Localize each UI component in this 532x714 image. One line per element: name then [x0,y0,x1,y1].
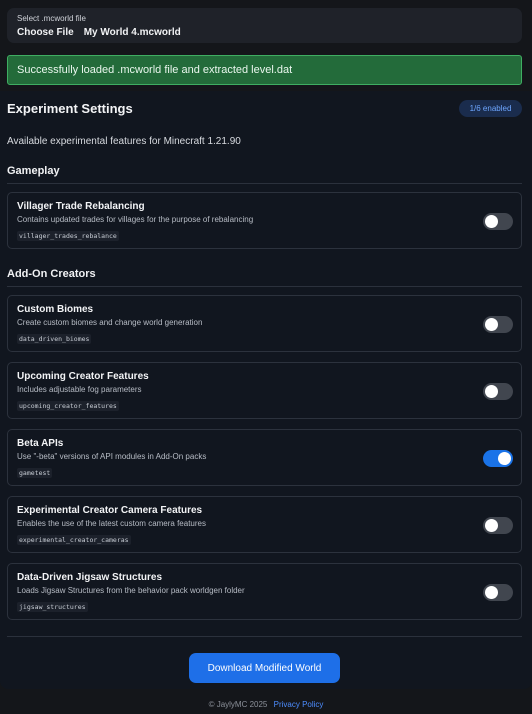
experiment-code: villager_trades_rebalance [17,231,119,241]
experiment-card-villager-trades: Villager Trade Rebalancing Contains upda… [7,192,522,249]
toggle-knob [485,586,498,599]
experiment-title: Beta APIs [17,438,64,449]
panel-title: Experiment Settings [7,101,133,116]
toggle-knob [485,519,498,532]
toggle-beta-apis[interactable] [483,450,513,467]
toggle-knob [498,452,511,465]
success-message: Successfully loaded .mcworld file and ex… [17,64,293,76]
toggle-knob [485,385,498,398]
choose-file-button[interactable]: Choose File [17,27,74,38]
experiment-description: Loads Jigsaw Structures from the behavio… [17,586,245,595]
experiment-description: Includes adjustable fog parameters [17,385,142,394]
experiment-title: Experimental Creator Camera Features [17,505,203,516]
experiment-title: Data-Driven Jigsaw Structures [17,572,163,583]
toggle-knob [485,215,498,228]
experiment-code: experimental_creator_cameras [17,535,131,545]
experiment-code: gametest [17,468,53,478]
download-modified-world-button[interactable]: Download Modified World [189,653,340,683]
experiment-code: data_driven_biomes [17,334,92,344]
section-title-gameplay: Gameplay [7,165,522,184]
experiment-description: Use "-beta" versions of API modules in A… [17,452,207,461]
experiment-card-custom-biomes: Custom Biomes Create custom biomes and c… [7,295,522,352]
selected-file-name: My World 4.mcworld [83,27,181,38]
file-input-box: Select .mcworld file Choose File My Worl… [7,8,522,43]
experiment-settings-panel: Experiment Settings 1/6 enabled Availabl… [0,91,532,689]
file-input-label: Select .mcworld file [17,14,86,23]
panel-divider [7,636,522,637]
toggle-villager-trades[interactable] [483,213,513,230]
experiment-card-jigsaw-structures: Data-Driven Jigsaw Structures Loads Jigs… [7,563,522,620]
experiment-title: Villager Trade Rebalancing [17,201,145,212]
toggle-knob [485,318,498,331]
toggle-jigsaw-structures[interactable] [483,584,513,601]
enabled-count-badge: 1/6 enabled [459,100,522,117]
experiment-card-beta-apis: Beta APIs Use "-beta" versions of API mo… [7,429,522,486]
experiment-title: Custom Biomes [17,304,94,315]
footer-copyright: © JaylyMC 2025 [208,700,268,709]
toggle-custom-biomes[interactable] [483,316,513,333]
experiment-description: Contains updated trades for villages for… [17,215,254,224]
experiment-card-upcoming-creator-features: Upcoming Creator Features Includes adjus… [7,362,522,419]
success-alert: Successfully loaded .mcworld file and ex… [7,55,522,85]
experiment-code: upcoming_creator_features [17,401,119,411]
experiment-description: Create custom biomes and change world ge… [17,318,203,327]
section-title-addon-creators: Add-On Creators [7,268,522,287]
experiment-code: jigsaw_structures [17,602,88,612]
experiment-card-creator-camera: Experimental Creator Camera Features Ena… [7,496,522,553]
privacy-policy-link[interactable]: Privacy Policy [274,700,324,709]
panel-subtitle: Available experimental features for Mine… [7,136,241,147]
experiment-description: Enables the use of the latest custom cam… [17,519,206,528]
toggle-upcoming-creator-features[interactable] [483,383,513,400]
experiment-title: Upcoming Creator Features [17,371,149,382]
file-input-row: Choose File My World 4.mcworld [17,27,512,38]
footer: © JaylyMC 2025 Privacy Policy [0,700,532,709]
toggle-creator-camera[interactable] [483,517,513,534]
